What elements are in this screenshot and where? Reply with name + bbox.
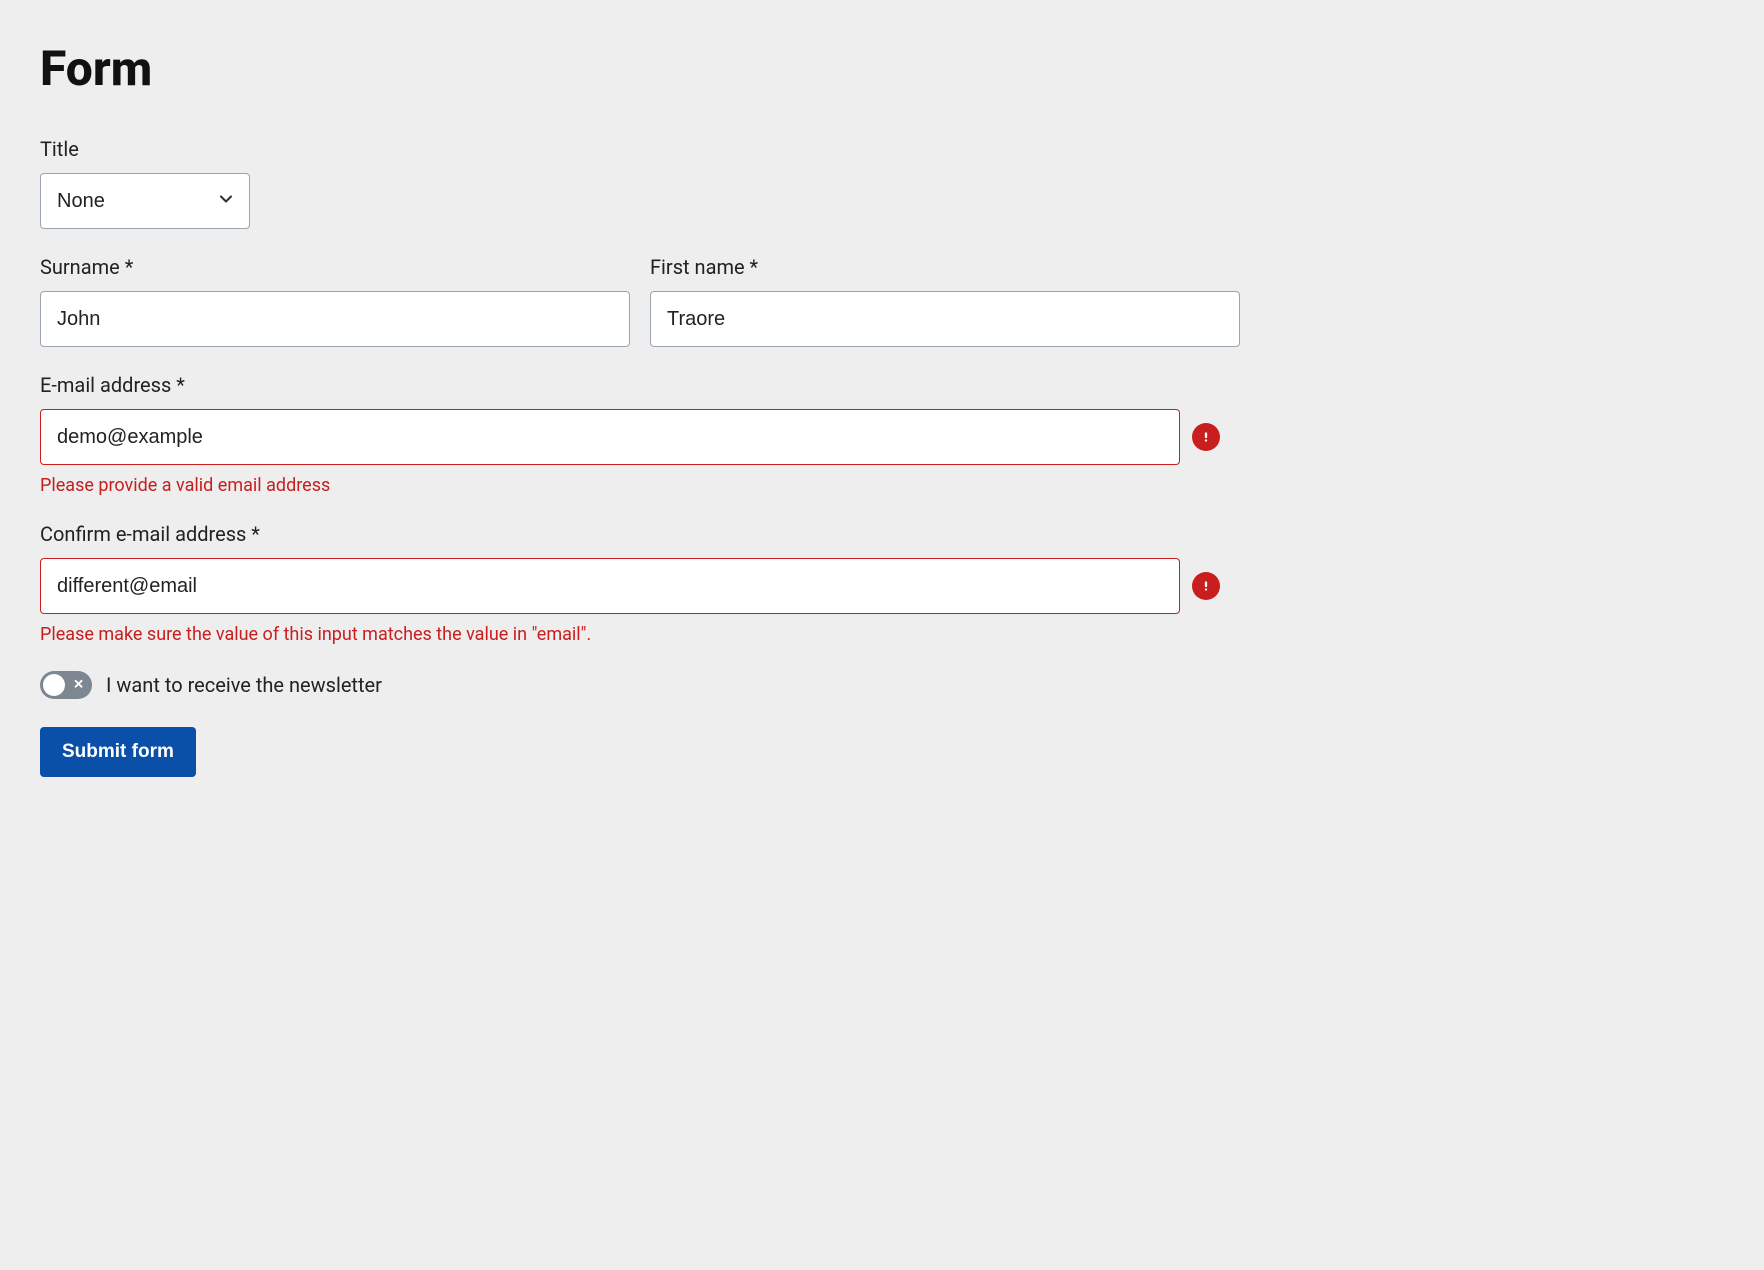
email-input[interactable]: [40, 409, 1180, 465]
confirm-email-label: Confirm e-mail address *: [40, 522, 1220, 546]
email-label: E-mail address *: [40, 373, 1220, 397]
firstname-field: First name *: [650, 255, 1240, 347]
title-label: Title: [40, 137, 1240, 161]
confirm-email-error-text: Please make sure the value of this input…: [40, 624, 1220, 645]
firstname-label: First name *: [650, 255, 1240, 279]
submit-button[interactable]: Submit form: [40, 727, 196, 777]
surname-field: Surname *: [40, 255, 630, 347]
error-icon: [1192, 423, 1220, 451]
confirm-email-input[interactable]: [40, 558, 1180, 614]
newsletter-toggle[interactable]: ✕: [40, 671, 92, 699]
page-title: Form: [40, 40, 1240, 97]
confirm-email-field: Confirm e-mail address * Please make sur…: [40, 522, 1220, 645]
newsletter-label: I want to receive the newsletter: [106, 673, 382, 697]
newsletter-row: ✕ I want to receive the newsletter: [40, 671, 1240, 699]
email-error-text: Please provide a valid email address: [40, 475, 1220, 496]
toggle-knob: [43, 674, 65, 696]
error-icon: [1192, 572, 1220, 600]
title-select[interactable]: None: [40, 173, 250, 229]
surname-input[interactable]: [40, 291, 630, 347]
firstname-input[interactable]: [650, 291, 1240, 347]
surname-label: Surname *: [40, 255, 630, 279]
title-field: Title None: [40, 137, 1240, 229]
close-icon: ✕: [73, 679, 84, 692]
email-field: E-mail address * Please provide a valid …: [40, 373, 1220, 496]
